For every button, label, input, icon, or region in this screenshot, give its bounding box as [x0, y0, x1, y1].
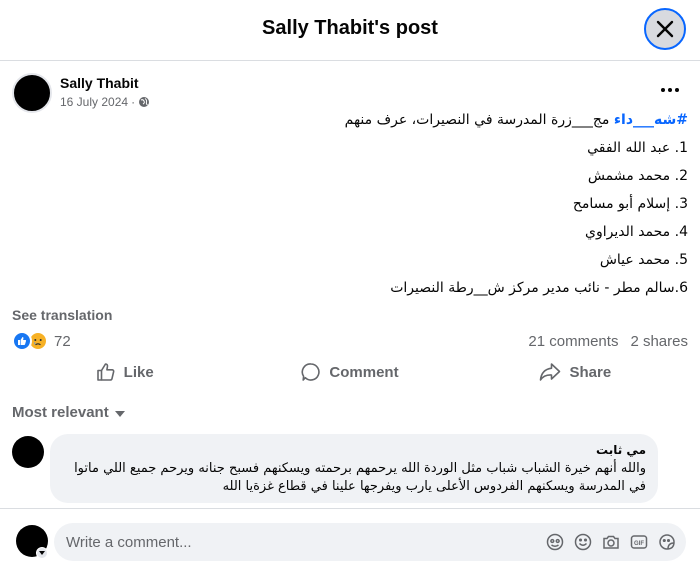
engagement-counts: 21 comments 2 shares — [528, 333, 688, 350]
post-actions-bar: Like Comment Share — [12, 355, 688, 389]
more-dot-icon — [661, 88, 665, 92]
see-translation-link[interactable]: See translation — [12, 307, 112, 323]
chevron-down-icon — [114, 410, 125, 417]
globe-icon — [139, 97, 150, 107]
comment-placeholder: Write a comment... — [66, 533, 192, 551]
more-dot-icon — [668, 88, 672, 92]
comment-text: والله أنهم خيرة الشباب شباب مثل الوردة ا… — [74, 461, 646, 494]
thumbs-up-icon — [96, 363, 115, 381]
dialog-header: Sally Thabit's post — [0, 0, 700, 61]
comment-input[interactable]: Write a comment... GIF — [54, 523, 686, 561]
post-list-item: 3. إسلام أبو مسامح — [572, 196, 688, 212]
svg-text:GIF: GIF — [634, 541, 644, 547]
author-name[interactable]: Sally Thabit — [60, 75, 139, 91]
more-dot-icon — [675, 88, 679, 92]
comment-bubble-icon — [301, 363, 321, 381]
reactions-summary[interactable]: 72 — [12, 331, 71, 351]
share-label: Share — [569, 363, 612, 381]
emoji-icon[interactable] — [574, 533, 592, 551]
dialog-title: Sally Thabit's post — [262, 17, 438, 39]
sticker-icon[interactable] — [658, 533, 676, 551]
share-button[interactable]: Share — [463, 355, 688, 389]
post-meta: 16 July 2024 · — [60, 95, 150, 109]
more-options-button[interactable] — [655, 80, 685, 100]
like-button[interactable]: Like — [12, 355, 237, 389]
close-button[interactable] — [644, 8, 686, 50]
post-list-item: 6.سالم مطر - نائب مدير مركز ش__رطة النصي… — [390, 280, 688, 296]
comment-label: Comment — [329, 363, 399, 381]
gif-icon[interactable]: GIF — [630, 533, 648, 551]
share-arrow-icon — [540, 363, 561, 381]
composer-icons: GIF — [546, 533, 676, 551]
post-list-item: 2. محمد مشمش — [587, 168, 688, 184]
shares-count-link[interactable]: 2 shares — [630, 333, 688, 350]
like-label: Like — [123, 363, 154, 381]
post-list-item: 4. محمد الديراوي — [585, 224, 688, 240]
comment-bubble: مي ثابت والله أنهم خيرة الشباب شباب مثل … — [50, 434, 658, 503]
chevron-down-icon[interactable] — [36, 547, 48, 559]
like-reaction-icon — [12, 331, 32, 351]
post-intro-line: #شه___داء مج___زرة المدرسة في النصيرات، … — [28, 109, 688, 137]
close-icon — [656, 20, 674, 38]
comment-author[interactable]: مي ثابت — [62, 442, 646, 458]
post-intro: مج___زرة المدرسة في النصيرات، عرف منهم — [344, 112, 614, 128]
post-list-item: 1. عبد الله الفقي — [587, 140, 688, 156]
sort-label: Most relevant — [12, 404, 109, 421]
comment-composer: Write a comment... GIF — [0, 508, 700, 577]
comments-count-link[interactable]: 21 comments — [528, 333, 618, 350]
comment-sort-dropdown[interactable]: Most relevant — [12, 404, 125, 421]
hashtag-link[interactable]: #شه___داء — [614, 112, 688, 128]
post-list-item: 5. محمد عياش — [599, 252, 688, 268]
reaction-count: 72 — [54, 332, 71, 350]
camera-icon[interactable] — [602, 533, 620, 551]
comment-button[interactable]: Comment — [237, 355, 462, 389]
author-avatar[interactable] — [12, 73, 52, 113]
commenter-avatar[interactable] — [12, 436, 44, 468]
post-body: #شه___داء مج___زرة المدرسة في النصيرات، … — [28, 109, 688, 305]
avatar-sticker-icon[interactable] — [546, 533, 564, 551]
post-date[interactable]: 16 July 2024 — [60, 95, 128, 109]
